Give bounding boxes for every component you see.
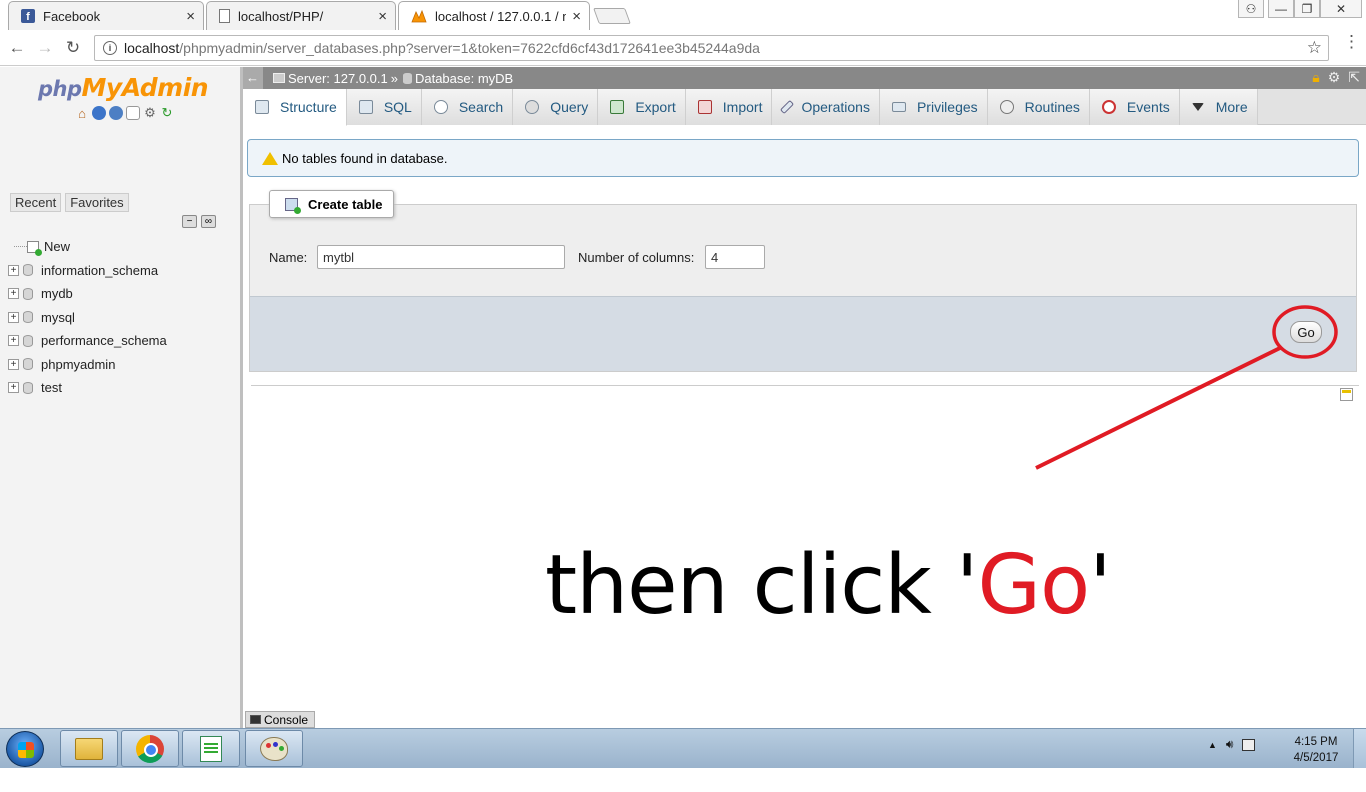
volume-icon[interactable]: 🔊︎ — [1226, 737, 1234, 752]
taskbar-paint[interactable] — [245, 730, 303, 767]
start-button[interactable] — [6, 731, 44, 767]
taskbar-chrome[interactable] — [121, 730, 179, 767]
paint-palette-icon — [260, 736, 288, 761]
annotation-overlay — [1035, 305, 1338, 470]
file-explorer-icon — [75, 737, 103, 760]
clock-date: 4/5/2017 — [1293, 752, 1339, 764]
bottom-margin — [0, 768, 1366, 792]
notepad-plus-icon — [200, 735, 222, 762]
annotation-arrow-line — [1035, 346, 1281, 470]
console-icon — [250, 715, 261, 724]
taskbar-explorer[interactable] — [60, 730, 118, 767]
clock-time: 4:15 PM — [1294, 736, 1338, 748]
taskbar-clock[interactable]: 4:15 PM 4/5/2017 — [1286, 734, 1346, 766]
taskbar-notepad[interactable] — [182, 730, 240, 767]
show-desktop-button[interactable] — [1353, 729, 1366, 769]
annotation-circle — [1272, 305, 1338, 359]
system-tray: ▲ 🔊︎ — [1208, 737, 1256, 752]
annotation-highlight: Go — [977, 538, 1090, 633]
show-hidden-icons-icon[interactable]: ▲ — [1208, 740, 1217, 750]
annotation-instruction: then click 'Go' — [545, 538, 1112, 633]
network-icon[interactable] — [1242, 738, 1256, 751]
console-toggle[interactable]: Console — [245, 711, 315, 728]
windows-taskbar: ▲ 🔊︎ 4:15 PM 4/5/2017 — [0, 728, 1366, 769]
chrome-icon — [136, 734, 164, 763]
